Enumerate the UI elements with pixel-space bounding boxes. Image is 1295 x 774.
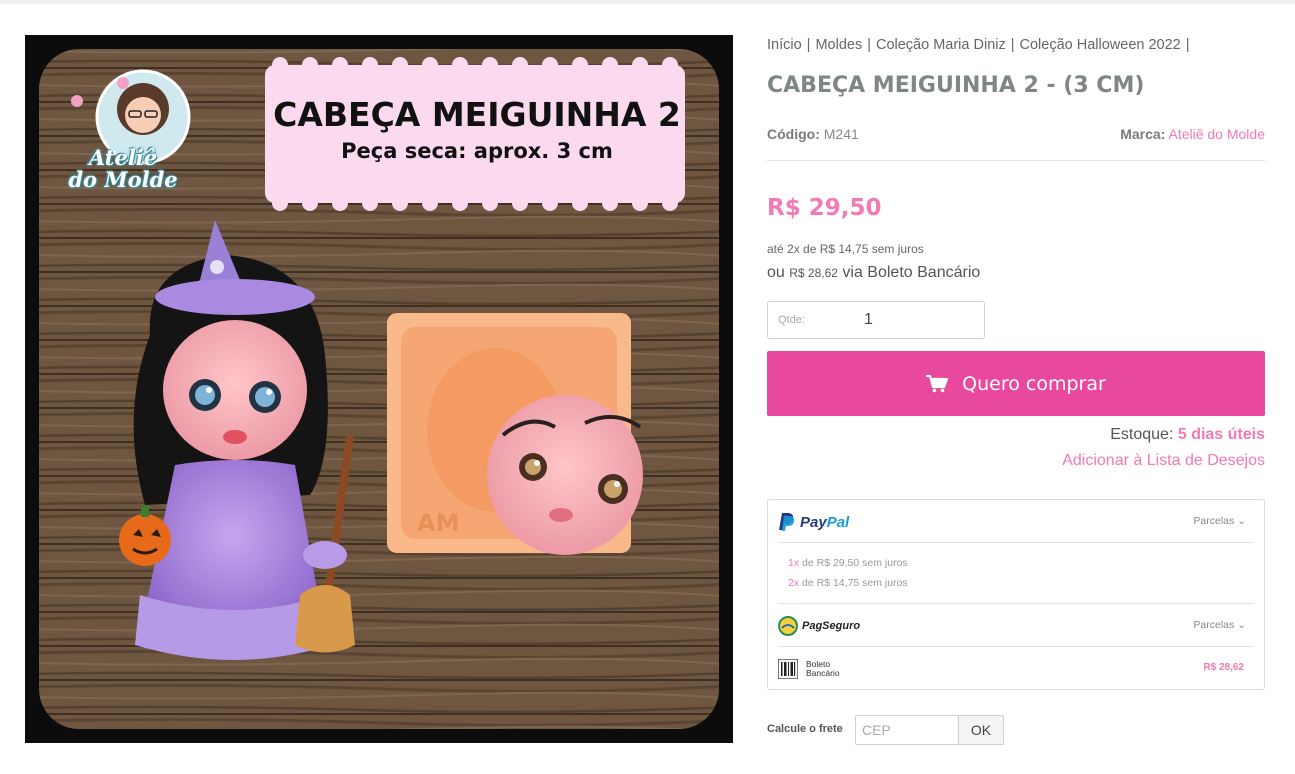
paypal-logo-pay: Pay <box>800 514 827 531</box>
product-brand-label: Marca: <box>1120 126 1166 142</box>
cart-icon <box>926 374 949 392</box>
shipping-label: Calcule o frete <box>767 723 843 735</box>
divider <box>767 160 1265 161</box>
product-brand: Marca: Ateliê do Molde <box>1120 126 1265 142</box>
boleto-price: R$ 28,62 <box>789 266 838 280</box>
product-brand-link[interactable]: Ateliê do Molde <box>1168 126 1265 142</box>
payment-divider <box>778 646 1254 647</box>
pagseguro-icon <box>778 616 798 636</box>
stock-value: 5 dias úteis <box>1177 426 1265 443</box>
product-image[interactable]: AM CABEÇA MEIGUINHA 2 Peça seca: aprox. … <box>25 35 733 743</box>
product-price: R$ 29,50 <box>767 195 882 221</box>
breadcrumb-separator: | <box>1010 37 1015 53</box>
boleto-logo-line2: Bancário <box>806 668 840 678</box>
breadcrumb-colecao-maria-diniz[interactable]: Coleção Maria Diniz <box>876 37 1006 53</box>
paypal-icon <box>779 513 795 531</box>
buy-button-label: Quero comprar <box>962 372 1106 395</box>
chevron-down-icon: ⌄ <box>1237 515 1246 527</box>
svg-text:AM: AM <box>417 509 459 537</box>
boleto-prefix: ou <box>767 264 785 281</box>
product-code: Código: M241 <box>767 126 859 142</box>
cep-input[interactable] <box>855 715 959 745</box>
boleto-value: R$ 28,62 <box>1203 662 1244 673</box>
breadcrumb-separator: | <box>1185 37 1190 53</box>
breadcrumb-separator: | <box>867 37 871 53</box>
breadcrumb-moldes[interactable]: Moldes <box>815 37 862 53</box>
installment-text: de R$ 29,50 sem juros <box>802 557 908 569</box>
paypal-parcelas-toggle[interactable]: Parcelas ⌄ <box>1193 515 1246 527</box>
payment-divider <box>778 603 1254 604</box>
quantity-label: Qtde: <box>778 314 805 326</box>
paypal-logo-pal: Pal <box>826 514 850 531</box>
paypal-logo: PayPal <box>800 514 849 531</box>
payment-options: PayPal Parcelas ⌄ 1x de R$ 29,50 sem jur… <box>767 499 1265 690</box>
quantity-value[interactable]: 1 <box>864 311 873 329</box>
quantity-field[interactable]: Qtde: 1 <box>767 301 985 339</box>
boleto-price-line: ou R$ 28,62 via Boleto Bancário <box>767 264 980 282</box>
paypal-installment-1: 1x de R$ 29,50 sem juros <box>788 557 908 569</box>
installment-text: de R$ 14,75 sem juros <box>802 577 908 589</box>
barcode-icon <box>778 659 798 679</box>
installments-text: até 2x de R$ 14,75 sem juros <box>767 242 924 256</box>
breadcrumb-separator: | <box>806 37 811 53</box>
buy-button[interactable]: Quero comprar <box>767 351 1265 416</box>
image-label-title: CABEÇA MEIGUINHA 2 <box>273 95 681 134</box>
pagseguro-logo: PagSeguro <box>802 620 861 632</box>
installment-count: 2x <box>788 577 800 589</box>
top-border <box>0 0 1295 4</box>
product-code-label: Código: <box>767 126 820 142</box>
breadcrumb-inicio[interactable]: Início <box>767 37 802 53</box>
add-to-wishlist-link[interactable]: Adicionar à Lista de Desejos <box>1062 452 1265 470</box>
brand-logo: Ateliê do Molde <box>68 145 178 192</box>
image-label-subtitle: Peça seca: aprox. 3 cm <box>341 139 613 163</box>
pagseguro-parcelas-label: Parcelas <box>1193 619 1235 631</box>
chevron-down-icon: ⌄ <box>1237 619 1246 631</box>
boleto-logo: Boleto Bancário <box>806 660 840 678</box>
product-code-value: M241 <box>823 126 859 142</box>
paypal-parcelas-label: Parcelas <box>1193 515 1235 527</box>
calculate-shipping-button[interactable]: OK <box>958 715 1004 745</box>
stock-info: Estoque: 5 dias úteis <box>1110 426 1265 444</box>
payment-divider <box>778 542 1254 543</box>
pagseguro-parcelas-toggle[interactable]: Parcelas ⌄ <box>1193 619 1246 631</box>
product-title: CABEÇA MEIGUINHA 2 - (3 CM) <box>767 73 1145 98</box>
stock-label: Estoque: <box>1110 426 1174 443</box>
breadcrumb-colecao-halloween[interactable]: Coleção Halloween 2022 <box>1020 37 1181 53</box>
installment-count: 1x <box>788 557 800 569</box>
paypal-installment-2: 2x de R$ 14,75 sem juros <box>788 577 908 589</box>
boleto-suffix: via Boleto Bancário <box>842 264 981 281</box>
breadcrumb: Início | Moldes | Coleção Maria Diniz | Coleçã… <box>767 37 1195 53</box>
